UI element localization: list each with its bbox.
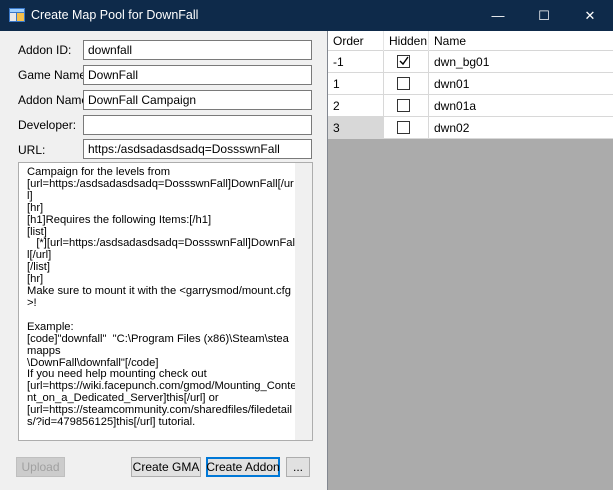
order-cell[interactable]: 1 [328, 73, 384, 95]
column-header-hidden[interactable]: Hidden [384, 31, 429, 51]
create-gma-button[interactable]: Create GMA [131, 457, 201, 477]
name-cell[interactable]: dwn01a [429, 95, 613, 117]
hidden-checkbox[interactable] [397, 121, 410, 134]
table-row[interactable]: 3 dwn02 [328, 117, 613, 139]
close-icon: ✕ [584, 7, 596, 23]
maximize-button[interactable]: ☐ [521, 0, 567, 31]
description-text: Campaign for the levels from [url=https:… [27, 166, 297, 440]
hidden-checkbox[interactable] [397, 99, 410, 112]
map-grid[interactable]: Order Hidden Name -1 dwn_bg01 1 dwn01 2 … [327, 31, 613, 490]
table-row[interactable]: 2 dwn01a [328, 95, 613, 117]
window-client: Addon ID: downfall Game Name: DownFall A… [0, 31, 613, 490]
game-name-label: Game Name: [18, 68, 90, 82]
grid-header: Order Hidden Name [328, 31, 613, 51]
url-field[interactable]: https:/asdsadasdsadq=DossswnFall [83, 139, 312, 159]
addon-name-label: Addon Name: [18, 93, 92, 107]
name-cell[interactable]: dwn02 [429, 117, 613, 139]
game-name-field[interactable]: DownFall [83, 65, 312, 85]
maximize-icon: ☐ [538, 7, 550, 23]
order-cell[interactable]: 2 [328, 95, 384, 117]
title-bar[interactable]: Create Map Pool for DownFall — ☐ ✕ [0, 0, 613, 31]
upload-button[interactable]: Upload [16, 457, 65, 477]
table-row[interactable]: -1 dwn_bg01 [328, 51, 613, 73]
name-cell[interactable]: dwn01 [429, 73, 613, 95]
description-textarea[interactable]: Campaign for the levels from [url=https:… [18, 162, 313, 441]
hidden-checkbox[interactable] [397, 77, 410, 90]
column-header-order[interactable]: Order [328, 31, 384, 51]
order-cell-selected[interactable]: 3 [328, 117, 384, 139]
close-button[interactable]: ✕ [567, 0, 613, 31]
window-title: Create Map Pool for DownFall [31, 8, 199, 22]
description-scrollbar[interactable] [295, 163, 312, 440]
developer-label: Developer: [18, 118, 77, 132]
minimize-icon: — [491, 8, 505, 23]
table-row[interactable]: 1 dwn01 [328, 73, 613, 95]
hidden-checkbox[interactable] [397, 55, 410, 68]
addon-id-label: Addon ID: [18, 43, 72, 57]
name-cell[interactable]: dwn_bg01 [429, 51, 613, 73]
app-icon [9, 8, 25, 22]
create-addon-button[interactable]: Create Addon [206, 457, 280, 477]
url-label: URL: [18, 143, 46, 157]
minimize-button[interactable]: — [475, 0, 521, 31]
more-options-button[interactable]: ... [286, 457, 310, 477]
addon-id-field[interactable]: downfall [83, 40, 312, 60]
addon-name-field[interactable]: DownFall Campaign [83, 90, 312, 110]
column-header-name[interactable]: Name [429, 31, 613, 51]
order-cell[interactable]: -1 [328, 51, 384, 73]
developer-field[interactable] [83, 115, 312, 135]
checkmark-icon [399, 56, 409, 66]
